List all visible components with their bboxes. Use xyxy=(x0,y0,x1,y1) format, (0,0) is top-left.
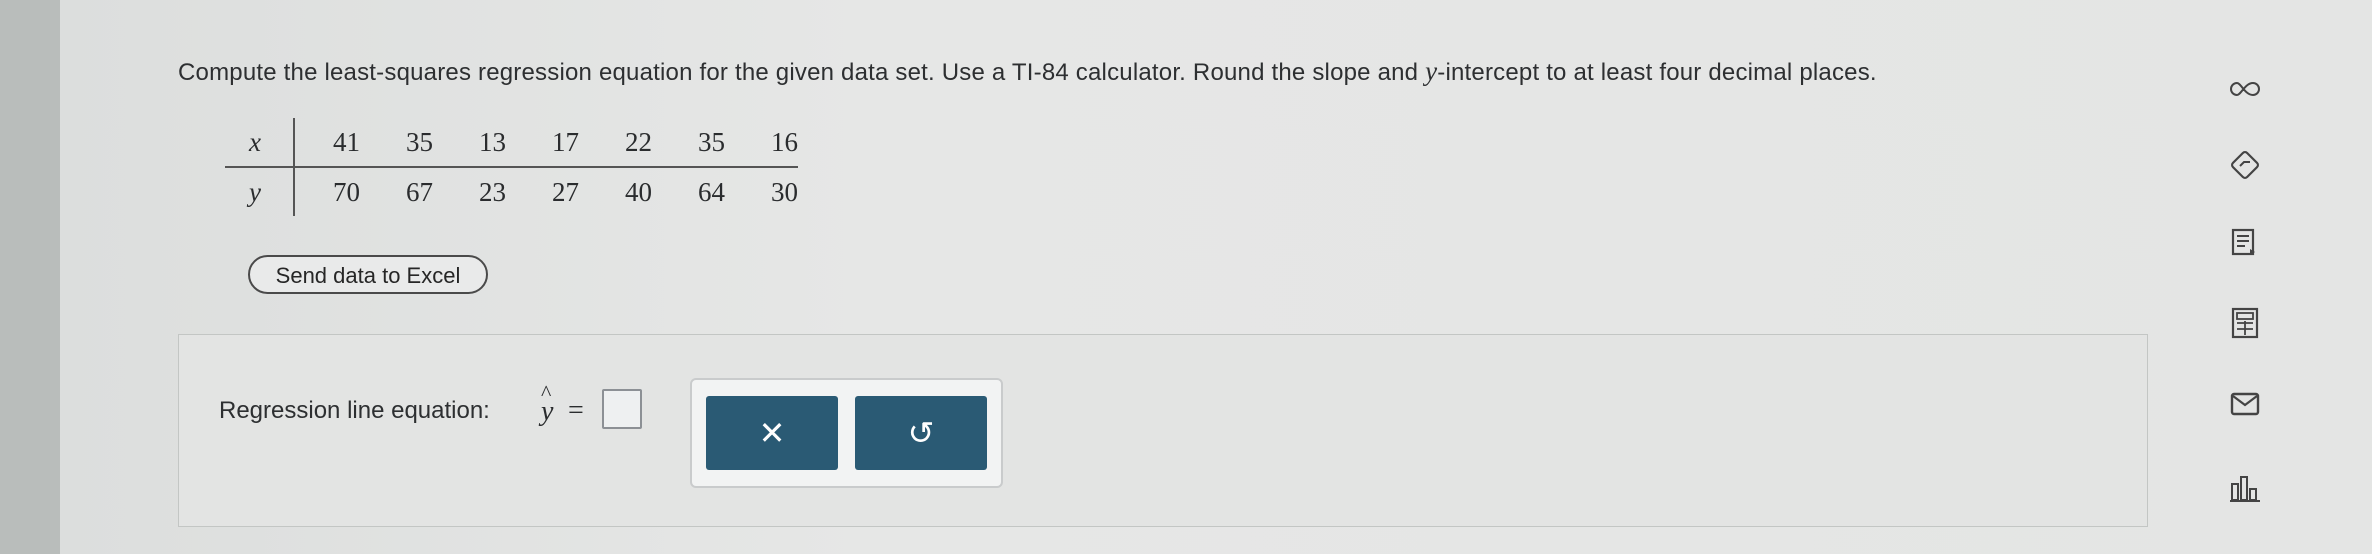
close-icon: ✕ xyxy=(758,415,786,451)
answer-area xyxy=(178,334,2148,527)
table-row-y: y 70 67 23 27 40 64 30 xyxy=(225,167,798,216)
y-cell: 67 xyxy=(406,176,433,207)
x-cell: 16 xyxy=(725,118,798,168)
x-cell: 35 xyxy=(652,118,725,168)
undo-icon: ↺ xyxy=(907,415,935,451)
y-cell: 40 xyxy=(625,176,652,207)
y-cell: 27 xyxy=(552,176,579,207)
question-var-y: y xyxy=(1425,56,1438,86)
question-text: Compute the least-squares regression equ… xyxy=(178,56,1877,87)
x-cell: 35 xyxy=(360,118,433,168)
y-cell: 70 xyxy=(333,176,360,207)
x-cell: 41 xyxy=(294,118,360,168)
y-hat-symbol: ^ y xyxy=(537,380,567,430)
y-cell: 23 xyxy=(479,176,506,207)
x-header: x xyxy=(225,118,295,168)
calculator-icon[interactable] xyxy=(2228,306,2262,340)
equals-sign: = xyxy=(568,395,584,426)
x-cell: 17 xyxy=(506,118,579,168)
y-header: y xyxy=(225,167,295,216)
regression-equation-label: Regression line equation: xyxy=(219,397,490,424)
y-variable: y xyxy=(541,396,554,427)
mail-icon[interactable] xyxy=(2228,387,2262,421)
y-cell: 64 xyxy=(698,176,725,207)
question-text-before: Compute the least-squares regression equ… xyxy=(178,59,1426,86)
textbook-icon[interactable] xyxy=(2228,226,2262,260)
undo-button[interactable]: ↺ xyxy=(855,396,987,470)
table-row-x: x 41 35 13 17 22 35 16 xyxy=(225,118,798,168)
send-to-excel-button[interactable]: Send data to Excel xyxy=(248,255,488,294)
clear-button[interactable]: ✕ xyxy=(706,396,838,470)
infinity-icon[interactable] xyxy=(2228,72,2262,106)
x-cell: 22 xyxy=(579,118,652,168)
y-cell: 30 xyxy=(771,176,798,207)
question-text-after: -intercept to at least four decimal plac… xyxy=(1437,59,1877,86)
answer-input[interactable] xyxy=(602,389,642,429)
data-table: x 41 35 13 17 22 35 16 y 70 67 23 27 40 … xyxy=(225,118,798,216)
hint-icon[interactable] xyxy=(2228,148,2262,182)
x-cell: 13 xyxy=(433,118,506,168)
chart-icon[interactable] xyxy=(2228,472,2262,506)
